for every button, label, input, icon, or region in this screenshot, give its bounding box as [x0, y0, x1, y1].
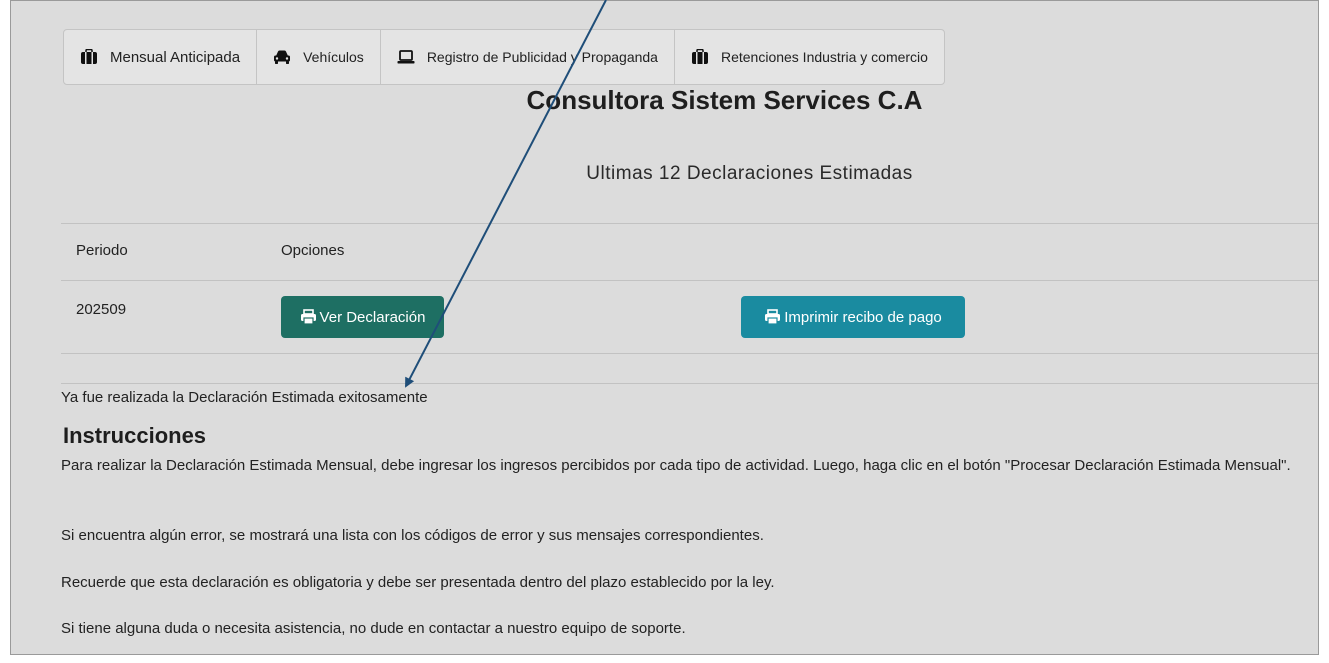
tab-label: Retenciones Industria y comercio	[720, 49, 928, 65]
table-bottom-divider	[61, 353, 1318, 354]
tab-bar: Mensual Anticipada Vehículos Registro de…	[63, 29, 945, 85]
tab-vehiculos[interactable]: Vehículos	[257, 30, 381, 84]
column-header-opciones: Opciones	[281, 242, 345, 259]
table-top-divider	[61, 223, 1318, 224]
page-subtitle: Ultimas 12 Declaraciones Estimadas	[586, 163, 913, 184]
briefcase-icon	[691, 48, 709, 65]
printer-icon	[764, 309, 781, 325]
periodo-cell: 202509	[76, 301, 127, 318]
table-header-divider	[61, 280, 1318, 281]
ver-declaracion-button[interactable]: Ver Declaración	[281, 296, 444, 338]
instruction-paragraph: Si encuentra algún error, se mostrará un…	[61, 527, 764, 544]
column-header-periodo: Periodo	[76, 242, 128, 259]
tab-registro-publicidad[interactable]: Registro de Publicidad y Propaganda	[381, 30, 675, 84]
tab-retenciones[interactable]: Retenciones Industria y comercio	[675, 30, 944, 84]
printer-icon	[300, 309, 317, 325]
main-content: Mensual Anticipada Vehículos Registro de…	[61, 1, 1318, 654]
instructions-heading: Instrucciones	[63, 423, 207, 448]
section-divider	[61, 383, 1318, 384]
imprimir-recibo-button[interactable]: Imprimir recibo de pago	[741, 296, 965, 338]
ver-declaracion-label: Ver Declaración	[319, 308, 426, 326]
instruction-paragraph: Recuerde que esta declaración es obligat…	[61, 574, 775, 591]
tab-label: Registro de Publicidad y Propaganda	[426, 49, 658, 65]
briefcase-icon	[80, 48, 98, 65]
tab-label: Mensual Anticipada	[110, 48, 241, 66]
tab-label: Vehículos	[303, 49, 364, 65]
instruction-paragraph: Para realizar la Declaración Estimada Me…	[61, 457, 1291, 474]
app-frame: Mensual Anticipada Vehículos Registro de…	[10, 0, 1319, 655]
car-icon	[273, 49, 291, 65]
success-message: Ya fue realizada la Declaración Estimada…	[61, 389, 428, 406]
tab-mensual-anticipada[interactable]: Mensual Anticipada	[64, 30, 258, 84]
company-title: Consultora Sistem Services C.A	[526, 85, 923, 115]
instruction-paragraph: Si tiene alguna duda o necesita asistenc…	[61, 620, 686, 637]
imprimir-recibo-label: Imprimir recibo de pago	[784, 308, 942, 326]
laptop-icon	[397, 49, 415, 65]
